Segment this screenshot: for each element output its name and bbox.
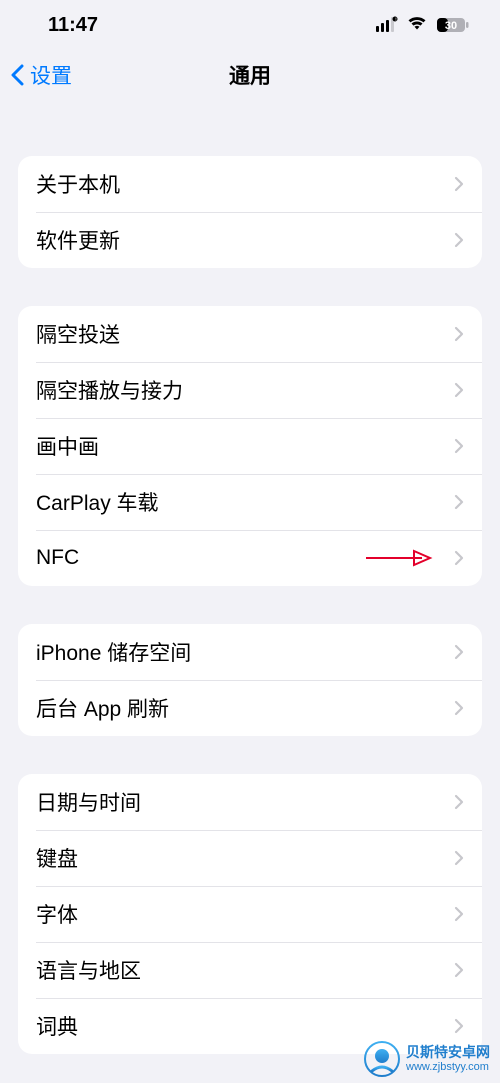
content: 关于本机 软件更新 隔空投送 隔空播放与接力 画中画 CarPlay 车载 NF… [0, 156, 500, 1054]
group-connect: 隔空投送 隔空播放与接力 画中画 CarPlay 车载 NFC [18, 306, 482, 586]
group-about: 关于本机 软件更新 [18, 156, 482, 268]
row-carplay[interactable]: CarPlay 车载 [18, 474, 482, 530]
battery-icon: 30 [436, 17, 470, 33]
row-label: 隔空投送 [36, 319, 120, 349]
chevron-right-icon [454, 1018, 464, 1034]
group-system: 日期与时间 键盘 字体 语言与地区 词典 [18, 774, 482, 1054]
chevron-right-icon [454, 438, 464, 454]
row-language-region[interactable]: 语言与地区 [18, 942, 482, 998]
row-software-update[interactable]: 软件更新 [18, 212, 482, 268]
row-background-refresh[interactable]: 后台 App 刷新 [18, 680, 482, 736]
row-right [364, 549, 464, 567]
row-about-device[interactable]: 关于本机 [18, 156, 482, 212]
nav-title: 通用 [229, 60, 271, 90]
highlight-arrow-icon [364, 549, 434, 567]
signal-icon: ! [376, 13, 398, 37]
chevron-right-icon [454, 962, 464, 978]
chevron-right-icon [454, 700, 464, 716]
chevron-right-icon [454, 326, 464, 342]
svg-text:30: 30 [445, 20, 457, 32]
chevron-right-icon [454, 550, 464, 566]
row-label: 画中画 [36, 431, 99, 461]
watermark-text: 贝斯特安卓网 www.zjbstyy.com [406, 1045, 490, 1072]
row-date-time[interactable]: 日期与时间 [18, 774, 482, 830]
status-bar: 11:47 ! 30 [0, 0, 500, 50]
chevron-right-icon [454, 850, 464, 866]
back-label: 设置 [30, 60, 72, 90]
watermark-icon [364, 1041, 400, 1077]
row-airplay[interactable]: 隔空播放与接力 [18, 362, 482, 418]
row-airdrop[interactable]: 隔空投送 [18, 306, 482, 362]
row-label: 日期与时间 [36, 787, 141, 817]
row-label: 隔空播放与接力 [36, 375, 183, 405]
row-fonts[interactable]: 字体 [18, 886, 482, 942]
back-button[interactable]: 设置 [10, 60, 72, 90]
chevron-left-icon [10, 64, 26, 86]
row-keyboard[interactable]: 键盘 [18, 830, 482, 886]
watermark-url: www.zjbstyy.com [406, 1061, 490, 1073]
chevron-right-icon [454, 232, 464, 248]
row-label: 字体 [36, 899, 78, 929]
row-label: 词典 [36, 1011, 78, 1041]
group-storage: iPhone 储存空间 后台 App 刷新 [18, 624, 482, 736]
row-label: 关于本机 [36, 169, 120, 199]
chevron-right-icon [454, 906, 464, 922]
chevron-right-icon [454, 494, 464, 510]
row-label: CarPlay 车载 [36, 487, 159, 517]
row-label: 后台 App 刷新 [36, 693, 169, 723]
row-label: NFC [36, 546, 79, 570]
row-nfc[interactable]: NFC [18, 530, 482, 586]
row-label: 语言与地区 [36, 955, 141, 985]
chevron-right-icon [454, 794, 464, 810]
watermark-title: 贝斯特安卓网 [406, 1045, 490, 1060]
wifi-icon [406, 14, 428, 37]
watermark: 贝斯特安卓网 www.zjbstyy.com [364, 1041, 490, 1077]
status-time: 11:47 [48, 14, 98, 37]
chevron-right-icon [454, 382, 464, 398]
row-label: iPhone 储存空间 [36, 637, 191, 667]
status-right: ! 30 [376, 13, 470, 37]
row-label: 软件更新 [36, 225, 120, 255]
row-pip[interactable]: 画中画 [18, 418, 482, 474]
nav-bar: 设置 通用 [0, 50, 500, 100]
chevron-right-icon [454, 176, 464, 192]
chevron-right-icon [454, 644, 464, 660]
row-iphone-storage[interactable]: iPhone 储存空间 [18, 624, 482, 680]
row-label: 键盘 [36, 843, 78, 873]
